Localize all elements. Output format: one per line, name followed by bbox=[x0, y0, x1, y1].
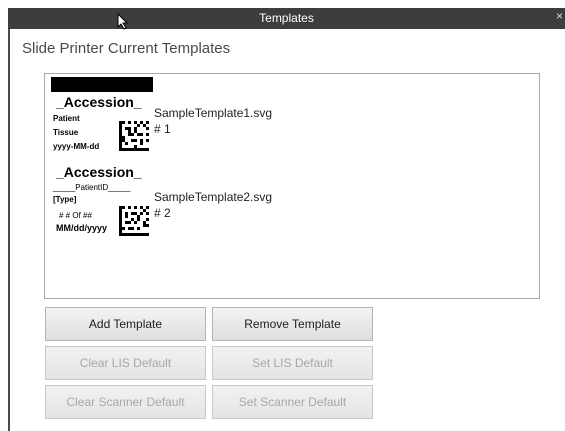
remove-template-button[interactable]: Remove Template bbox=[212, 307, 373, 341]
set-scanner-default-button[interactable]: Set Scanner Default bbox=[212, 385, 373, 419]
template-filename: SampleTemplate1.svg bbox=[154, 106, 273, 120]
window-title: Templates bbox=[259, 11, 314, 25]
preview-accession-text: _Accession_ bbox=[56, 94, 142, 110]
template-number: # 2 bbox=[154, 206, 171, 220]
template-filename: SampleTemplate2.svg bbox=[154, 190, 273, 204]
template-preview-thumbnail: _Accession_ _____PatientID_____ [Type] #… bbox=[51, 162, 155, 246]
datamatrix-barcode-icon bbox=[119, 206, 149, 236]
template-list-item[interactable]: _Accession_ _____PatientID_____ [Type] #… bbox=[51, 162, 531, 246]
template-number: # 1 bbox=[154, 122, 171, 136]
clear-scanner-default-button[interactable]: Clear Scanner Default bbox=[45, 385, 206, 419]
templates-list[interactable]: _Accession_ Patient Tissue yyyy-MM-dd Sa… bbox=[44, 73, 540, 299]
window-titlebar[interactable]: Templates × bbox=[8, 8, 565, 30]
window-left-border bbox=[8, 29, 10, 431]
preview-line-text: Patient bbox=[53, 114, 80, 123]
clear-lis-default-button[interactable]: Clear LIS Default bbox=[45, 346, 206, 380]
page-heading: Slide Printer Current Templates bbox=[22, 40, 231, 57]
close-icon[interactable]: × bbox=[556, 9, 563, 23]
add-template-button[interactable]: Add Template bbox=[45, 307, 206, 341]
preview-line-text: [Type] bbox=[53, 195, 77, 204]
set-lis-default-button[interactable]: Set LIS Default bbox=[212, 346, 373, 380]
preview-line-text: yyyy-MM-dd bbox=[53, 142, 100, 151]
preview-accession-text: _Accession_ bbox=[56, 164, 142, 180]
datamatrix-barcode-icon bbox=[119, 121, 149, 151]
preview-line-text: _____PatientID_____ bbox=[53, 183, 131, 192]
preview-black-bar bbox=[51, 77, 153, 92]
preview-line-text: Tissue bbox=[53, 128, 79, 137]
template-list-item[interactable]: _Accession_ Patient Tissue yyyy-MM-dd Sa… bbox=[51, 77, 531, 161]
template-preview-thumbnail: _Accession_ Patient Tissue yyyy-MM-dd bbox=[51, 77, 155, 161]
preview-line-text: # # Of ## bbox=[59, 211, 92, 220]
preview-line-text: MM/dd/yyyy bbox=[56, 223, 108, 233]
